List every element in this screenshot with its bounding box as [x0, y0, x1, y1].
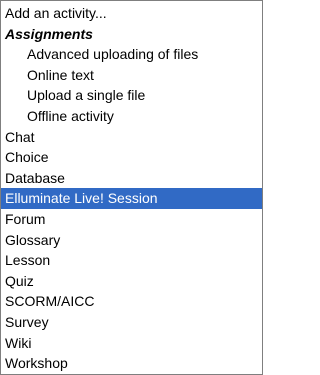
option-online-text[interactable]: Online text: [1, 65, 262, 86]
option-forum[interactable]: Forum: [1, 209, 262, 230]
option-add-an-activity[interactable]: Add an activity...: [1, 3, 262, 24]
option-advanced-uploading-of-files[interactable]: Advanced uploading of files: [1, 44, 262, 65]
activity-select-list[interactable]: Add an activity... Assignments Advanced …: [0, 0, 263, 375]
option-survey[interactable]: Survey: [1, 312, 262, 333]
option-chat[interactable]: Chat: [1, 127, 262, 148]
option-lesson[interactable]: Lesson: [1, 250, 262, 271]
option-offline-activity[interactable]: Offline activity: [1, 106, 262, 127]
option-elluminate-live-session[interactable]: Elluminate Live! Session: [1, 188, 262, 209]
option-scorm-aicc[interactable]: SCORM/AICC: [1, 291, 262, 312]
option-wiki[interactable]: Wiki: [1, 333, 262, 354]
optgroup-assignments: Assignments: [5, 25, 93, 42]
option-upload-a-single-file[interactable]: Upload a single file: [1, 85, 262, 106]
option-workshop[interactable]: Workshop: [1, 353, 262, 374]
option-quiz[interactable]: Quiz: [1, 271, 262, 292]
option-choice[interactable]: Choice: [1, 147, 262, 168]
option-database[interactable]: Database: [1, 168, 262, 189]
option-glossary[interactable]: Glossary: [1, 230, 262, 251]
